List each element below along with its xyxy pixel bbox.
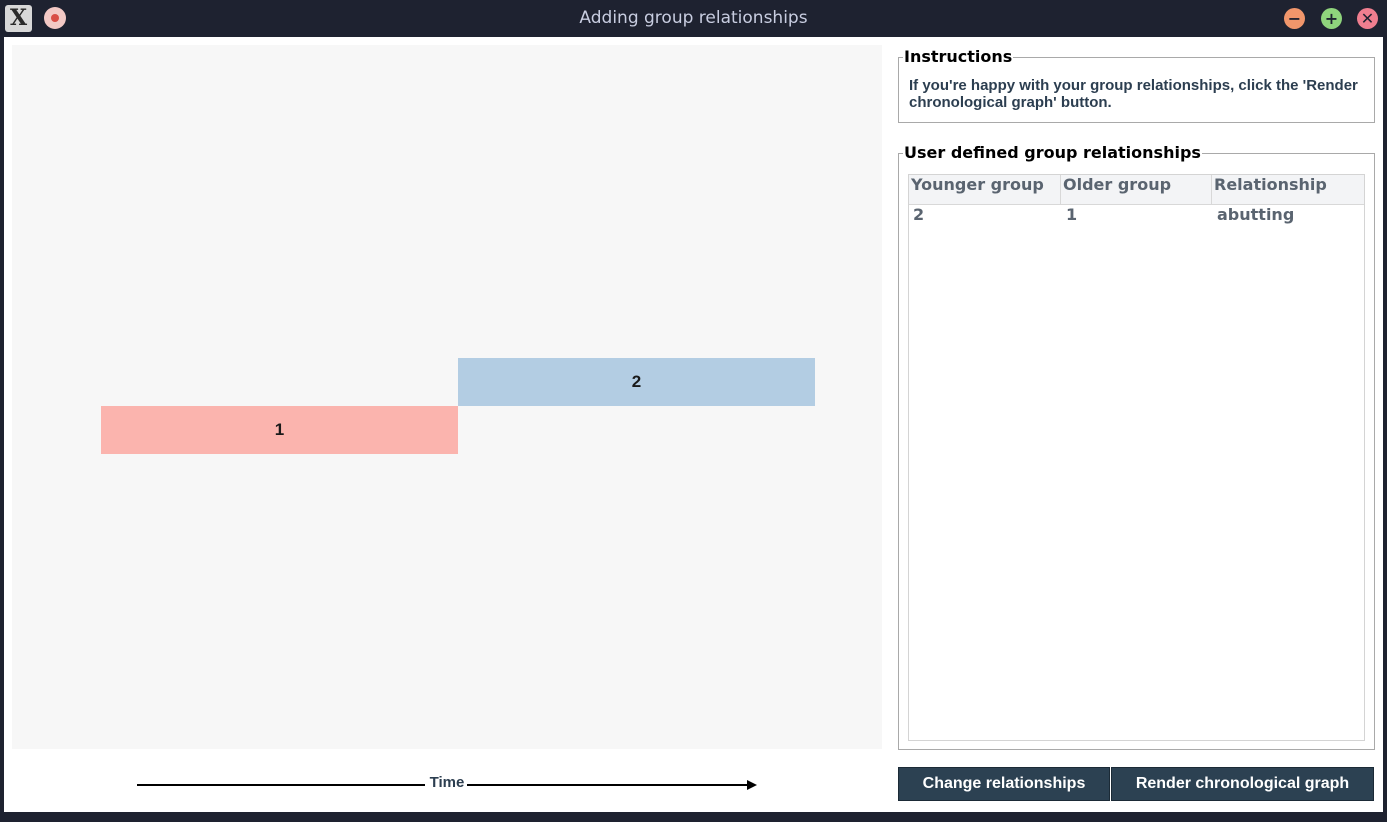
relationships-panel: User defined group relationships Younger… <box>898 143 1375 750</box>
group-block-1[interactable]: 1 <box>101 406 458 454</box>
column-header-older-group[interactable]: Older group <box>1061 175 1212 204</box>
instructions-panel: Instructions If you're happy with your g… <box>898 47 1375 123</box>
render-chronological-graph-button[interactable]: Render chronological graph <box>1111 767 1374 801</box>
title-bar[interactable]: Adding group relationships X − + ✕ <box>0 0 1387 37</box>
table-row[interactable]: 2 1 abutting <box>909 205 1364 231</box>
x-app-icon[interactable]: X <box>5 5 32 32</box>
arrow-right-icon <box>747 780 757 790</box>
time-axis-line-left <box>137 784 425 786</box>
instructions-title: Instructions <box>903 47 1014 66</box>
relationships-title: User defined group relationships <box>903 143 1202 162</box>
group-diagram-canvas[interactable]: 1 2 <box>12 45 882 749</box>
instructions-text: If you're happy with your group relation… <box>909 77 1358 111</box>
time-axis-line-right <box>467 784 749 786</box>
close-button[interactable]: ✕ <box>1357 8 1378 29</box>
maximize-button[interactable]: + <box>1321 8 1342 29</box>
time-axis: Time <box>137 772 757 796</box>
relationships-table[interactable]: Younger group Older group Relationship 2… <box>908 174 1365 741</box>
column-header-relationship[interactable]: Relationship <box>1212 175 1364 204</box>
cell-older-group: 1 <box>1066 205 1078 224</box>
cell-relationship: abutting <box>1217 205 1295 224</box>
table-header: Younger group Older group Relationship <box>909 175 1364 205</box>
pin-icon[interactable] <box>44 7 66 29</box>
column-header-younger-group[interactable]: Younger group <box>909 175 1061 204</box>
minimize-button[interactable]: − <box>1284 8 1305 29</box>
time-axis-label: Time <box>429 774 465 791</box>
client-area: 1 2 Time Instructions If you're happy wi… <box>4 37 1383 812</box>
window-title: Adding group relationships <box>579 8 808 28</box>
group-block-2[interactable]: 2 <box>458 358 815 406</box>
cell-younger-group: 2 <box>913 205 925 224</box>
change-relationships-button[interactable]: Change relationships <box>898 767 1110 801</box>
app-window: Adding group relationships X − + ✕ 1 2 T… <box>0 0 1387 822</box>
